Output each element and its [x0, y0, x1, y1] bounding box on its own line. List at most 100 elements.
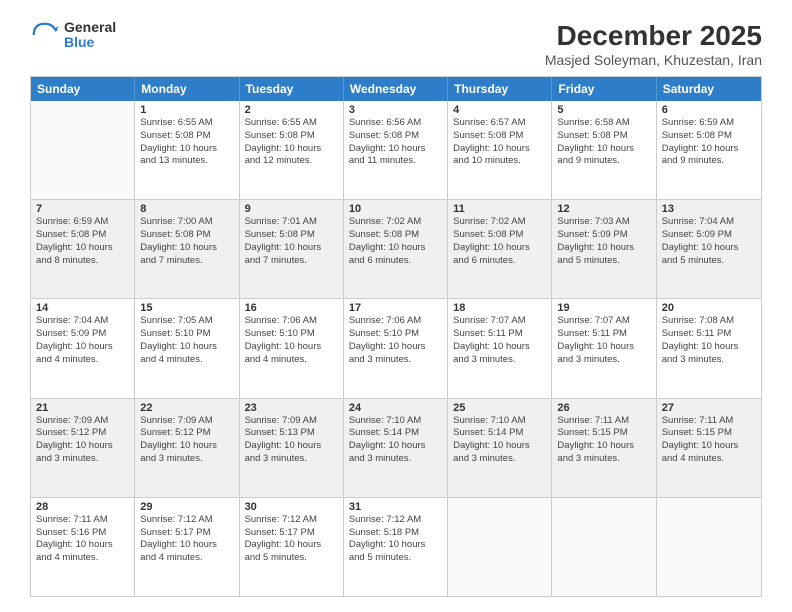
cell-info-line: Sunset: 5:08 PM	[245, 130, 338, 143]
cell-info-line: Sunrise: 7:00 AM	[140, 216, 233, 229]
cal-row-2: 14Sunrise: 7:04 AMSunset: 5:09 PMDayligh…	[31, 298, 761, 397]
day-number: 31	[349, 501, 442, 513]
table-row: 4Sunrise: 6:57 AMSunset: 5:08 PMDaylight…	[448, 101, 552, 199]
cell-info-line: Sunset: 5:10 PM	[349, 328, 442, 341]
cell-info-line: and 9 minutes.	[662, 155, 756, 168]
cell-info-line: Daylight: 10 hours	[453, 440, 546, 453]
cell-info-line: and 6 minutes.	[349, 255, 442, 268]
table-row: 12Sunrise: 7:03 AMSunset: 5:09 PMDayligh…	[552, 200, 656, 298]
day-number: 15	[140, 302, 233, 314]
cell-info-line: Sunrise: 7:01 AM	[245, 216, 338, 229]
cell-info-line: Daylight: 10 hours	[662, 440, 756, 453]
cell-info-line: Sunset: 5:08 PM	[245, 229, 338, 242]
cell-info-line: Daylight: 10 hours	[36, 242, 129, 255]
table-row: 29Sunrise: 7:12 AMSunset: 5:17 PMDayligh…	[135, 498, 239, 596]
cell-info-line: Sunrise: 7:05 AM	[140, 315, 233, 328]
cell-info-line: and 7 minutes.	[140, 255, 233, 268]
cell-info-line: Sunrise: 7:02 AM	[453, 216, 546, 229]
cell-info-line: Sunset: 5:09 PM	[557, 229, 650, 242]
cell-info-line: Daylight: 10 hours	[140, 242, 233, 255]
cell-info-line: Daylight: 10 hours	[140, 539, 233, 552]
cell-info-line: Sunset: 5:10 PM	[140, 328, 233, 341]
day-number: 30	[245, 501, 338, 513]
cell-info-line: Daylight: 10 hours	[453, 242, 546, 255]
cell-info-line: Sunrise: 6:55 AM	[140, 117, 233, 130]
day-number: 8	[140, 203, 233, 215]
cal-row-3: 21Sunrise: 7:09 AMSunset: 5:12 PMDayligh…	[31, 398, 761, 497]
day-number: 26	[557, 402, 650, 414]
cell-info-line: Sunrise: 7:09 AM	[36, 415, 129, 428]
cell-info-line: Sunset: 5:15 PM	[557, 427, 650, 440]
cell-info-line: Sunset: 5:09 PM	[662, 229, 756, 242]
day-number: 29	[140, 501, 233, 513]
day-number: 3	[349, 104, 442, 116]
calendar-header: SundayMondayTuesdayWednesdayThursdayFrid…	[31, 77, 761, 101]
day-number: 18	[453, 302, 546, 314]
day-number: 23	[245, 402, 338, 414]
calendar: SundayMondayTuesdayWednesdayThursdayFrid…	[30, 76, 762, 597]
cell-info-line: Sunset: 5:08 PM	[140, 130, 233, 143]
day-number: 19	[557, 302, 650, 314]
table-row: 27Sunrise: 7:11 AMSunset: 5:15 PMDayligh…	[657, 399, 761, 497]
cell-info-line: Daylight: 10 hours	[349, 143, 442, 156]
cell-info-line: Sunrise: 7:12 AM	[349, 514, 442, 527]
cell-info-line: Daylight: 10 hours	[245, 143, 338, 156]
cell-info-line: and 5 minutes.	[557, 255, 650, 268]
cell-info-line: Daylight: 10 hours	[245, 539, 338, 552]
cell-info-line: and 3 minutes.	[349, 453, 442, 466]
logo-icon	[30, 20, 60, 50]
cell-info-line: Sunset: 5:12 PM	[140, 427, 233, 440]
cell-info-line: Sunset: 5:11 PM	[453, 328, 546, 341]
cell-info-line: and 4 minutes.	[36, 354, 129, 367]
cell-info-line: Sunset: 5:15 PM	[662, 427, 756, 440]
table-row: 8Sunrise: 7:00 AMSunset: 5:08 PMDaylight…	[135, 200, 239, 298]
day-number: 10	[349, 203, 442, 215]
cell-info-line: and 4 minutes.	[140, 552, 233, 565]
cell-info-line: Sunrise: 7:10 AM	[349, 415, 442, 428]
table-row	[552, 498, 656, 596]
cell-info-line: Daylight: 10 hours	[557, 440, 650, 453]
cell-info-line: Sunset: 5:17 PM	[245, 527, 338, 540]
cell-info-line: Daylight: 10 hours	[349, 242, 442, 255]
cal-row-4: 28Sunrise: 7:11 AMSunset: 5:16 PMDayligh…	[31, 497, 761, 596]
day-number: 27	[662, 402, 756, 414]
cell-info-line: and 4 minutes.	[140, 354, 233, 367]
table-row: 2Sunrise: 6:55 AMSunset: 5:08 PMDaylight…	[240, 101, 344, 199]
day-number: 1	[140, 104, 233, 116]
header-sunday: Sunday	[31, 77, 135, 101]
cell-info-line: Sunrise: 7:09 AM	[140, 415, 233, 428]
cell-info-line: Sunset: 5:08 PM	[36, 229, 129, 242]
cell-info-line: Daylight: 10 hours	[662, 341, 756, 354]
logo: General Blue	[30, 20, 116, 51]
cell-info-line: Sunrise: 6:58 AM	[557, 117, 650, 130]
cell-info-line: Sunrise: 7:08 AM	[662, 315, 756, 328]
cell-info-line: and 3 minutes.	[453, 453, 546, 466]
table-row: 23Sunrise: 7:09 AMSunset: 5:13 PMDayligh…	[240, 399, 344, 497]
table-row: 31Sunrise: 7:12 AMSunset: 5:18 PMDayligh…	[344, 498, 448, 596]
cell-info-line: and 3 minutes.	[245, 453, 338, 466]
table-row: 16Sunrise: 7:06 AMSunset: 5:10 PMDayligh…	[240, 299, 344, 397]
cell-info-line: Daylight: 10 hours	[36, 341, 129, 354]
cell-info-line: Daylight: 10 hours	[245, 440, 338, 453]
table-row: 3Sunrise: 6:56 AMSunset: 5:08 PMDaylight…	[344, 101, 448, 199]
day-number: 2	[245, 104, 338, 116]
cell-info-line: and 5 minutes.	[349, 552, 442, 565]
cell-info-line: Sunrise: 7:04 AM	[36, 315, 129, 328]
day-number: 11	[453, 203, 546, 215]
cell-info-line: Sunrise: 7:03 AM	[557, 216, 650, 229]
cell-info-line: Daylight: 10 hours	[36, 440, 129, 453]
cell-info-line: Sunrise: 7:07 AM	[557, 315, 650, 328]
cell-info-line: Sunrise: 6:56 AM	[349, 117, 442, 130]
day-number: 6	[662, 104, 756, 116]
cell-info-line: Sunset: 5:16 PM	[36, 527, 129, 540]
calendar-body: 1Sunrise: 6:55 AMSunset: 5:08 PMDaylight…	[31, 101, 761, 596]
cell-info-line: and 5 minutes.	[662, 255, 756, 268]
table-row: 5Sunrise: 6:58 AMSunset: 5:08 PMDaylight…	[552, 101, 656, 199]
logo-blue-label: Blue	[64, 35, 116, 50]
cell-info-line: and 4 minutes.	[662, 453, 756, 466]
cell-info-line: Sunset: 5:08 PM	[140, 229, 233, 242]
cell-info-line: Sunrise: 7:09 AM	[245, 415, 338, 428]
table-row: 9Sunrise: 7:01 AMSunset: 5:08 PMDaylight…	[240, 200, 344, 298]
cell-info-line: Daylight: 10 hours	[453, 143, 546, 156]
cell-info-line: and 4 minutes.	[245, 354, 338, 367]
